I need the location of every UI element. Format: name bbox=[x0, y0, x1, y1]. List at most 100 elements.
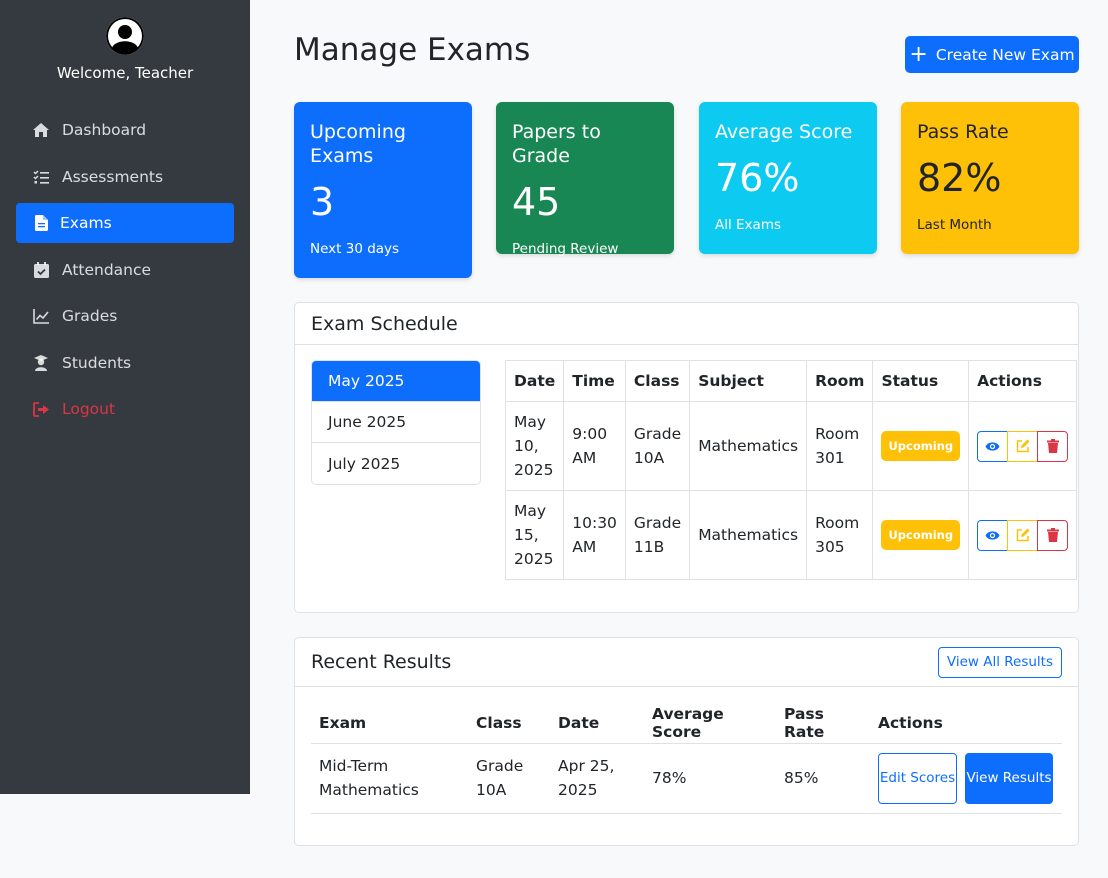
chart-line-icon bbox=[32, 307, 50, 325]
recent-results-card: Recent Results View All Results Exam Cla… bbox=[294, 637, 1079, 846]
sidebar-item-label: Dashboard bbox=[62, 121, 147, 139]
cell-pass-rate: 85% bbox=[776, 743, 870, 814]
sidebar: Welcome, Teacher Dashboard Assessments E… bbox=[0, 0, 250, 794]
exam-schedule-title: Exam Schedule bbox=[295, 303, 1078, 345]
sidebar-item-label: Assessments bbox=[62, 167, 164, 186]
column-header-actions: Actions bbox=[870, 703, 1062, 744]
column-header-exam: Exam bbox=[311, 703, 468, 744]
cell-time: 9:00 AM bbox=[563, 401, 626, 491]
sign-out-icon bbox=[32, 400, 50, 418]
column-header-date: Date bbox=[550, 703, 644, 744]
column-header-class: Class bbox=[624, 360, 691, 402]
view-exam-button[interactable] bbox=[977, 430, 1009, 462]
trash-icon bbox=[1046, 528, 1059, 542]
eye-icon bbox=[985, 441, 1000, 451]
stat-card-papers-to-grade: Papers to Grade 45 Pending Review bbox=[496, 102, 674, 257]
cell-subject: Mathematics bbox=[689, 490, 808, 580]
cell-room: Room 305 bbox=[806, 490, 874, 580]
column-header-date: Date bbox=[504, 360, 565, 402]
month-item-july-2025[interactable]: July 2025 bbox=[312, 443, 480, 484]
view-results-button[interactable]: View Results bbox=[965, 752, 1053, 804]
column-header-class: Class bbox=[468, 703, 550, 744]
recent-results-table: Exam Class Date Average Score Pass Rate … bbox=[311, 703, 1062, 814]
stat-subtitle: Pending Review bbox=[512, 241, 619, 257]
month-item-june-2025[interactable]: June 2025 bbox=[312, 402, 480, 443]
delete-exam-button[interactable] bbox=[1037, 430, 1069, 462]
exam-schedule-card: Exam Schedule May 2025 June 2025 July 20… bbox=[294, 302, 1079, 613]
cell-date: Apr 25, 2025 bbox=[550, 743, 644, 814]
sidebar-item-attendance[interactable]: Attendance bbox=[16, 250, 234, 290]
edit-icon bbox=[1016, 439, 1030, 453]
stat-value: 76% bbox=[715, 156, 800, 200]
status-badge: Upcoming bbox=[881, 520, 961, 550]
sidebar-item-logout[interactable]: Logout bbox=[16, 389, 234, 429]
stat-title: Pass Rate bbox=[917, 121, 1009, 143]
file-icon bbox=[32, 214, 50, 232]
stat-value: 45 bbox=[512, 180, 561, 224]
column-header-average-score: Average Score bbox=[644, 703, 776, 744]
table-header-row: Exam Class Date Average Score Pass Rate … bbox=[311, 703, 1062, 744]
column-header-status: Status bbox=[872, 360, 970, 402]
table-row: May 15, 2025 10:30 AM Grade 11B Mathemat… bbox=[504, 490, 1078, 580]
table-row: Mid-Term Mathematics Grade 10A Apr 25, 2… bbox=[311, 743, 1062, 814]
stat-value: 82% bbox=[917, 156, 1002, 200]
edit-scores-button[interactable]: Edit Scores bbox=[878, 752, 957, 804]
home-icon bbox=[32, 121, 50, 139]
sidebar-item-grades[interactable]: Grades bbox=[16, 296, 234, 336]
sidebar-item-label: Exams bbox=[60, 214, 112, 232]
stat-subtitle: Last Month bbox=[917, 217, 992, 233]
sidebar-item-dashboard[interactable]: Dashboard bbox=[16, 110, 234, 150]
column-header-time: Time bbox=[563, 360, 626, 402]
stat-subtitle: Next 30 days bbox=[310, 241, 400, 257]
cell-status: Upcoming bbox=[872, 401, 970, 491]
cell-date: May 15, 2025 bbox=[504, 490, 565, 580]
sidebar-item-students[interactable]: Students bbox=[16, 343, 234, 383]
stat-card-upcoming-exams: Upcoming Exams 3 Next 30 days bbox=[294, 102, 472, 278]
sidebar-item-exams[interactable]: Exams bbox=[16, 203, 234, 243]
welcome-text: Welcome, Teacher bbox=[56, 64, 194, 82]
stat-card-average-score: Average Score 76% All Exams bbox=[699, 102, 877, 254]
stat-title: Papers to Grade bbox=[512, 121, 601, 167]
stat-title: Upcoming Exams bbox=[310, 121, 406, 167]
column-header-pass-rate: Pass Rate bbox=[776, 703, 870, 744]
cell-exam: Mid-Term Mathematics bbox=[311, 743, 468, 814]
sidebar-item-assessments[interactable]: Assessments bbox=[16, 157, 234, 197]
month-list: May 2025 June 2025 July 2025 bbox=[311, 360, 481, 485]
recent-results-header: Recent Results View All Results bbox=[295, 638, 1078, 687]
view-all-results-button[interactable]: View All Results bbox=[937, 646, 1062, 678]
month-item-may-2025[interactable]: May 2025 bbox=[312, 361, 480, 402]
status-badge: Upcoming bbox=[881, 431, 961, 461]
trash-icon bbox=[1046, 439, 1059, 453]
cell-class: Grade 10A bbox=[468, 743, 550, 814]
cell-subject: Mathematics bbox=[689, 401, 808, 491]
cell-class: Grade 11B bbox=[624, 490, 691, 580]
stat-card-pass-rate: Pass Rate 82% Last Month bbox=[901, 102, 1079, 254]
stat-value: 3 bbox=[310, 180, 335, 224]
sidebar-item-label: Grades bbox=[62, 307, 118, 325]
cell-date: May 10, 2025 bbox=[504, 401, 565, 491]
page-title: Manage Exams bbox=[294, 32, 531, 68]
stat-subtitle: All Exams bbox=[715, 217, 782, 233]
table-header-row: Date Time Class Subject Room Status Acti… bbox=[504, 360, 1078, 402]
edit-exam-button[interactable] bbox=[1007, 430, 1039, 462]
cell-status: Upcoming bbox=[872, 490, 970, 580]
sidebar-item-label: Attendance bbox=[62, 260, 152, 279]
tasks-icon bbox=[32, 168, 50, 186]
sidebar-item-label: Logout bbox=[62, 400, 116, 418]
view-exam-button[interactable] bbox=[977, 519, 1009, 551]
table-row: May 10, 2025 9:00 AM Grade 10A Mathemati… bbox=[504, 401, 1078, 491]
delete-exam-button[interactable] bbox=[1037, 519, 1069, 551]
cell-time: 10:30 AM bbox=[563, 490, 626, 580]
sidebar-nav: Dashboard Assessments Exams Attendance G… bbox=[16, 110, 234, 436]
cell-class: Grade 10A bbox=[624, 401, 691, 491]
cell-average-score: 78% bbox=[644, 743, 776, 814]
create-exam-label: Create New Exam bbox=[935, 45, 1075, 64]
edit-exam-button[interactable] bbox=[1007, 519, 1039, 551]
cell-actions bbox=[968, 401, 1078, 491]
cell-actions bbox=[968, 490, 1078, 580]
column-header-subject: Subject bbox=[689, 360, 808, 402]
user-graduate-icon bbox=[32, 354, 50, 372]
create-exam-button[interactable]: + Create New Exam bbox=[905, 36, 1079, 73]
stat-title: Average Score bbox=[715, 121, 853, 143]
calendar-check-icon bbox=[32, 261, 50, 279]
